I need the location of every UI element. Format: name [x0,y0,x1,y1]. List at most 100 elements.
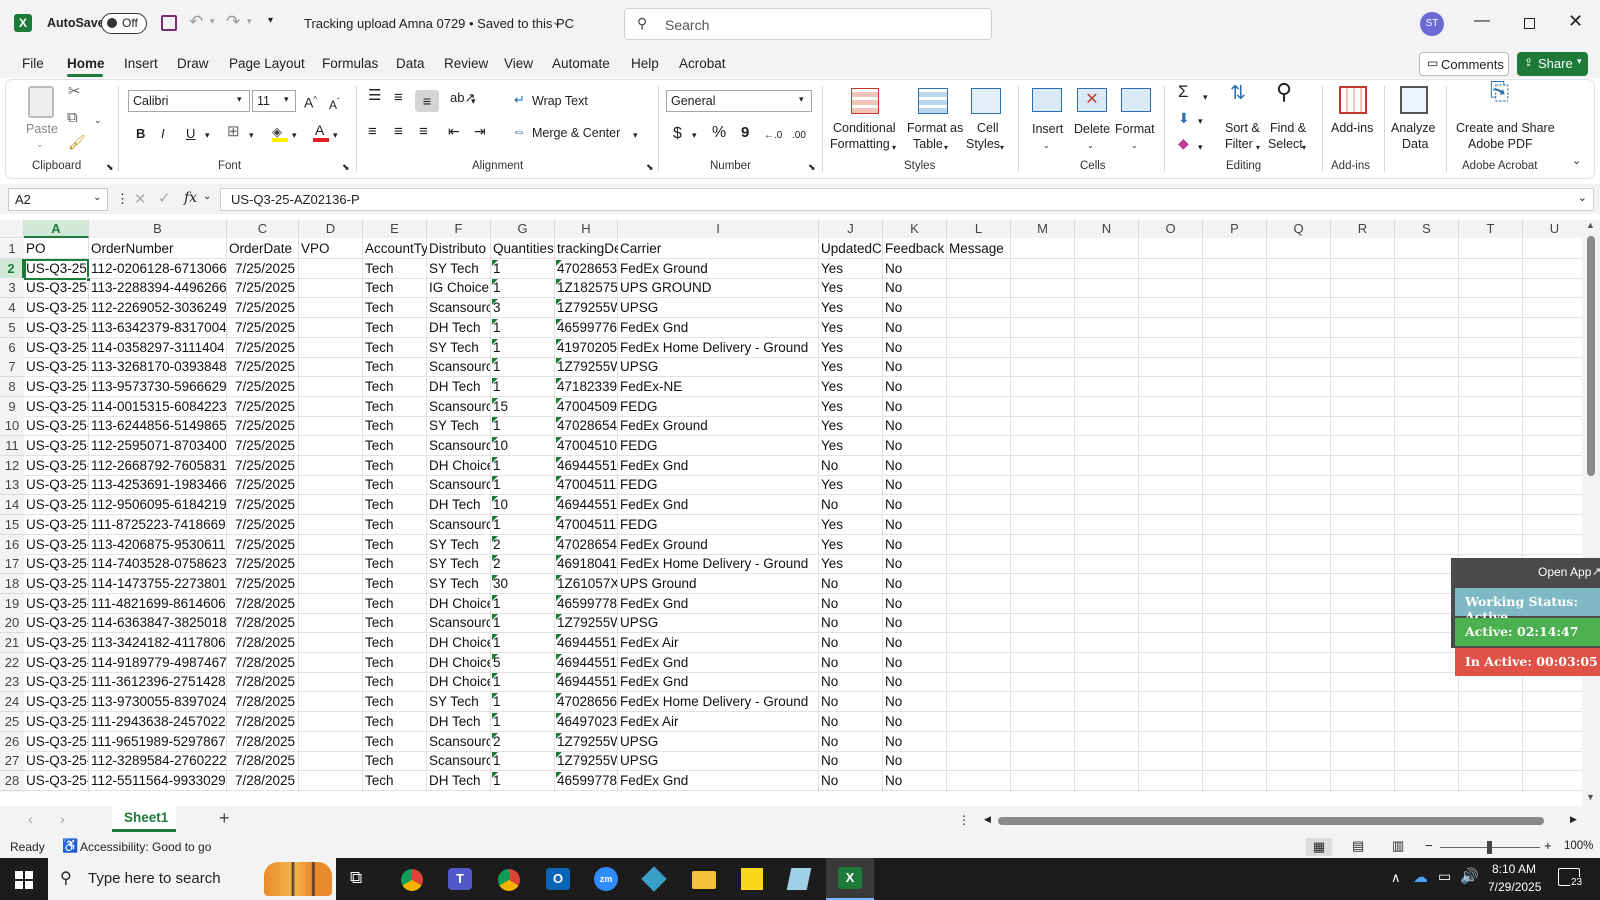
table-cell[interactable]: US-Q3-25- [24,732,88,752]
number-launcher-icon[interactable]: ⬊ [808,160,816,175]
table-cell[interactable]: Yes [819,515,882,535]
row-header[interactable]: 13 [0,475,24,496]
table-cell[interactable]: 112-5511564-9933029 [89,771,226,791]
zoom-level[interactable]: 100% [1564,840,1593,852]
table-cell[interactable]: Tech [363,495,426,515]
table-cell[interactable]: 112-2595071-8703400 [89,436,226,456]
prev-sheet-icon[interactable]: ‹ [28,811,33,827]
outlook-icon[interactable]: O [546,868,570,890]
windows-start-icon[interactable] [15,871,33,889]
table-cell[interactable]: DH Tech [427,495,490,515]
row-header[interactable]: 3 [0,278,24,299]
column-header-F[interactable]: F [427,220,491,238]
add-sheet-icon[interactable]: + [219,808,230,829]
table-cell[interactable]: Scansourc [427,732,490,752]
table-cell[interactable]: 5 [491,653,554,673]
table-cell[interactable]: US-Q3-25- [24,397,88,417]
row-header[interactable]: 20 [0,613,24,634]
table-cell[interactable]: No [819,653,882,673]
table-cell[interactable]: 464970237 [555,712,617,732]
table-cell[interactable]: Tech [363,259,426,279]
table-cell[interactable]: 7/28/2025 [227,594,298,614]
table-cell[interactable]: Tech [363,416,426,436]
chevron-down-icon[interactable]: ⌄ [94,113,102,128]
cut-icon[interactable]: ✂ [68,84,81,99]
table-cell[interactable]: Tech [363,298,426,318]
chrome-icon[interactable] [401,869,423,891]
borders-icon[interactable]: ⊞ [227,124,240,139]
table-cell[interactable]: US-Q3-25- [24,692,88,712]
table-cell[interactable]: FedEx Ground [618,535,818,555]
table-cell[interactable]: 470286541 [555,535,617,555]
table-cell[interactable]: DH Choice [427,672,490,692]
conditional-formatting-label2[interactable]: Formatting [830,137,890,152]
table-cell[interactable] [299,436,362,456]
chevron-down-icon[interactable]: ▾ [1198,140,1203,155]
font-color-icon[interactable]: A [313,122,329,142]
onedrive-icon[interactable]: ☁ [1413,868,1428,886]
table-cell[interactable]: 30 [491,574,554,594]
chevron-down-icon[interactable]: ▾ [633,128,638,143]
table-cell[interactable]: SY Tech [427,416,490,436]
column-header-B[interactable]: B [89,220,227,238]
table-cell[interactable]: DH Tech [427,377,490,397]
restore-icon[interactable] [1524,18,1535,29]
column-header-P[interactable]: P [1203,220,1267,238]
increase-decimal-icon[interactable]: ←.0 [764,128,782,143]
table-cell[interactable]: IG Choice [427,278,490,298]
header-cell[interactable]: Feedback [883,239,947,259]
table-cell[interactable]: Yes [819,416,882,436]
table-cell[interactable]: 1 [491,515,554,535]
table-cell[interactable]: 7/25/2025 [227,515,298,535]
table-cell[interactable]: Yes [819,298,882,318]
undo-dropdown-icon[interactable]: ▾ [210,16,215,27]
table-cell[interactable]: 1 [491,594,554,614]
table-cell[interactable]: 111-3612396-2751428 [89,672,226,692]
table-cell[interactable]: 1 [491,416,554,436]
chevron-down-icon[interactable]: ⌄ [552,15,561,28]
table-cell[interactable]: Tech [363,594,426,614]
table-cell[interactable]: 112-2668792-7605831 [89,456,226,476]
name-box[interactable]: A2 ⌄ [8,188,108,211]
table-cell[interactable]: FedEx Home Delivery - Ground [618,692,818,712]
copy-icon[interactable]: ⧉ [67,110,78,125]
row-header[interactable]: 9 [0,396,24,417]
table-cell[interactable]: No [883,732,946,752]
customize-toolbar-icon[interactable]: ▾ [268,15,273,26]
table-cell[interactable]: 112-0206128-6713066 [89,259,226,279]
table-cell[interactable]: No [883,633,946,653]
cell-styles-label2[interactable]: Styles [966,137,1000,152]
table-cell[interactable]: FedEx Gnd [618,594,818,614]
table-cell[interactable]: FEDG [618,515,818,535]
table-cell[interactable]: Tech [363,515,426,535]
table-cell[interactable]: US-Q3-25- [24,338,88,358]
table-cell[interactable]: No [883,397,946,417]
table-cell[interactable]: No [883,594,946,614]
row-header[interactable]: 19 [0,593,24,614]
enter-icon[interactable]: ✓ [158,189,171,207]
wrap-text-icon[interactable]: ↵ [514,92,525,107]
chevron-down-icon[interactable]: ▾ [471,94,476,109]
table-cell[interactable]: 1Z182575C [555,278,617,298]
table-cell[interactable]: FedEx-NE [618,377,818,397]
table-cell[interactable]: Tech [363,633,426,653]
table-cell[interactable]: DH Choice [427,456,490,476]
table-cell[interactable]: Yes [819,338,882,358]
table-cell[interactable]: UPS GROUND [618,278,818,298]
table-cell[interactable]: UPSG [618,613,818,633]
decrease-decimal-icon[interactable]: .00 [792,128,806,143]
table-cell[interactable]: 2 [491,535,554,555]
alignment-launcher-icon[interactable]: ⬊ [646,160,654,175]
column-header-M[interactable]: M [1011,220,1075,238]
table-cell[interactable]: Tech [363,475,426,495]
table-cell[interactable]: Yes [819,535,882,555]
table-cell[interactable]: US-Q3-25- [24,318,88,338]
paste-icon[interactable] [28,86,54,118]
table-cell[interactable]: 7/25/2025 [227,318,298,338]
table-cell[interactable]: FedEx Ground [618,416,818,436]
chrome-profile-icon[interactable] [498,869,520,891]
avatar[interactable]: ST [1420,12,1444,36]
table-cell[interactable]: 1Z79255W [555,298,617,318]
table-cell[interactable]: 7/28/2025 [227,672,298,692]
chevron-down-icon[interactable]: ▾ [892,140,896,155]
